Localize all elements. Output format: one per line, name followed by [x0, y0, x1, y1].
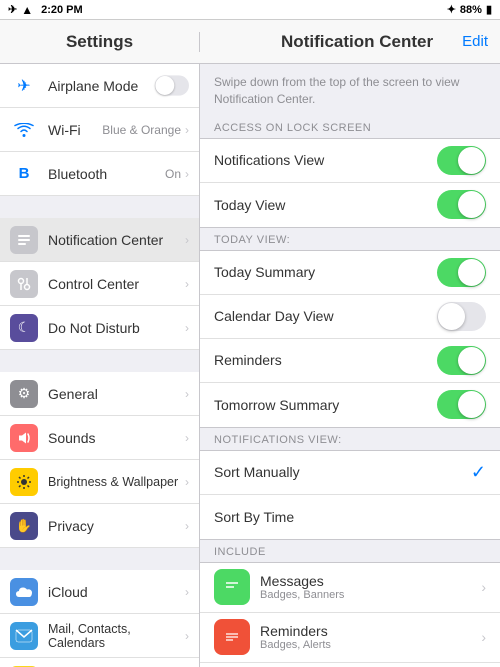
sidebar-item-privacy[interactable]: ✋ Privacy ›: [0, 504, 199, 548]
tomorrow-summary-toggle[interactable]: [437, 390, 486, 419]
battery-icon: ▮: [486, 3, 492, 16]
sidebar-item-do-not-disturb[interactable]: ☾ Do Not Disturb ›: [0, 306, 199, 350]
sidebar-group-apps: iCloud › Mail, Contacts, Calendars › Not…: [0, 570, 199, 667]
edit-button[interactable]: Edit: [462, 33, 488, 50]
today-view-group: Today Summary Calendar Day View Reminder…: [200, 250, 500, 428]
nav-bar: Settings Notification Center Edit: [0, 20, 500, 64]
bluetooth-status-icon: ✦: [447, 3, 456, 16]
include-reminders-icon: [214, 619, 250, 655]
detail-pane: Swipe down from the top of the screen to…: [200, 64, 500, 667]
tomorrow-summary-row[interactable]: Tomorrow Summary: [200, 383, 500, 427]
detail-nav-area: Notification Center Edit: [200, 32, 500, 52]
sidebar-item-bluetooth[interactable]: B Bluetooth On ›: [0, 152, 199, 196]
sidebar-item-icloud[interactable]: iCloud ›: [0, 570, 199, 614]
sidebar-gap-1: [0, 196, 199, 218]
today-summary-row[interactable]: Today Summary: [200, 251, 500, 295]
notif-sort-group: Sort Manually ✓ Sort By Time: [200, 450, 500, 540]
sounds-icon: [10, 424, 38, 452]
privacy-icon: ✋: [10, 512, 38, 540]
today-view-toggle[interactable]: [437, 190, 486, 219]
section-header-lock: ACCESS ON LOCK SCREEN: [200, 116, 500, 138]
sidebar-item-brightness[interactable]: Brightness & Wallpaper ›: [0, 460, 199, 504]
calendar-day-row[interactable]: Calendar Day View: [200, 295, 500, 339]
sidebar-group-connectivity: ✈ Airplane Mode Wi-Fi Blue & Orange › B …: [0, 64, 199, 196]
airplane-icon: ✈: [10, 72, 38, 100]
icloud-icon: [10, 578, 38, 606]
sidebar-item-wifi[interactable]: Wi-Fi Blue & Orange ›: [0, 108, 199, 152]
include-calendar[interactable]: 30MON Calendar Badges, Alerts ›: [200, 663, 500, 667]
main-content: ✈ Airplane Mode Wi-Fi Blue & Orange › B …: [0, 64, 500, 667]
sidebar-item-airplane[interactable]: ✈ Airplane Mode: [0, 64, 199, 108]
section-header-include: INCLUDE: [200, 540, 500, 562]
today-view-row[interactable]: Today View: [200, 183, 500, 227]
detail-hint: Swipe down from the top of the screen to…: [200, 64, 500, 116]
include-reminders-chevron: ›: [481, 629, 486, 645]
airplane-status-icon: ✈: [8, 3, 17, 16]
sort-by-time-row[interactable]: Sort By Time: [200, 495, 500, 539]
sidebar: ✈ Airplane Mode Wi-Fi Blue & Orange › B …: [0, 64, 200, 667]
sidebar-group-system: Notification Center › Control Center › ☾…: [0, 218, 199, 350]
battery-percent: 88%: [460, 4, 482, 16]
notif-chevron: ›: [185, 233, 189, 247]
sidebar-gap-2: [0, 350, 199, 372]
icloud-chevron: ›: [185, 585, 189, 599]
reminders-row[interactable]: Reminders: [200, 339, 500, 383]
sidebar-item-mail[interactable]: Mail, Contacts, Calendars ›: [0, 614, 199, 658]
dnd-chevron: ›: [185, 321, 189, 335]
control-center-icon: [10, 270, 38, 298]
general-chevron: ›: [185, 387, 189, 401]
sidebar-gap-3: [0, 548, 199, 570]
detail-nav-title: Notification Center: [252, 32, 462, 52]
status-bar: ✈ ▲ 2:20 PM ✦ 88% ▮: [0, 0, 500, 20]
brightness-chevron: ›: [185, 475, 189, 489]
sort-manually-check: ✓: [471, 462, 486, 483]
include-group: Messages Badges, Banners › Reminders Bad…: [200, 562, 500, 667]
bluetooth-chevron: ›: [185, 167, 189, 181]
airplane-toggle[interactable]: [155, 75, 189, 95]
sidebar-item-notification-center[interactable]: Notification Center ›: [0, 218, 199, 262]
general-icon: ⚙: [10, 380, 38, 408]
sidebar-item-general[interactable]: ⚙ General ›: [0, 372, 199, 416]
settings-nav-title: Settings: [0, 32, 200, 52]
calendar-day-toggle[interactable]: [437, 302, 486, 331]
sounds-chevron: ›: [185, 431, 189, 445]
sidebar-item-notes[interactable]: Notes ›: [0, 658, 199, 667]
include-reminders[interactable]: Reminders Badges, Alerts ›: [200, 613, 500, 663]
mail-chevron: ›: [185, 629, 189, 643]
control-chevron: ›: [185, 277, 189, 291]
notification-center-icon: [10, 226, 38, 254]
sidebar-item-control-center[interactable]: Control Center ›: [0, 262, 199, 306]
sort-manually-row[interactable]: Sort Manually ✓: [200, 451, 500, 495]
brightness-icon: [10, 468, 38, 496]
wifi-chevron: ›: [185, 123, 189, 137]
do-not-disturb-icon: ☾: [10, 314, 38, 342]
lock-screen-group: Notifications View Today View: [200, 138, 500, 228]
time: 2:20 PM: [41, 4, 83, 16]
today-summary-toggle[interactable]: [437, 258, 486, 287]
bluetooth-icon: B: [10, 160, 38, 188]
include-messages-icon: [214, 569, 250, 605]
include-messages-text: Messages Badges, Banners: [260, 573, 481, 601]
section-header-today: TODAY VIEW:: [200, 228, 500, 250]
wifi-icon: [10, 116, 38, 144]
include-reminders-text: Reminders Badges, Alerts: [260, 623, 481, 651]
sidebar-item-sounds[interactable]: Sounds ›: [0, 416, 199, 460]
include-messages-chevron: ›: [481, 579, 486, 595]
privacy-chevron: ›: [185, 519, 189, 533]
sidebar-group-preferences: ⚙ General › Sounds › Brightness & Wallpa…: [0, 372, 199, 548]
mail-icon: [10, 622, 38, 650]
reminders-toggle[interactable]: [437, 346, 486, 375]
notifications-view-row[interactable]: Notifications View: [200, 139, 500, 183]
section-header-notif-view: NOTIFICATIONS VIEW:: [200, 428, 500, 450]
notifications-view-toggle[interactable]: [437, 146, 486, 175]
include-messages[interactable]: Messages Badges, Banners ›: [200, 563, 500, 613]
wifi-status-icon: ▲: [21, 3, 33, 17]
